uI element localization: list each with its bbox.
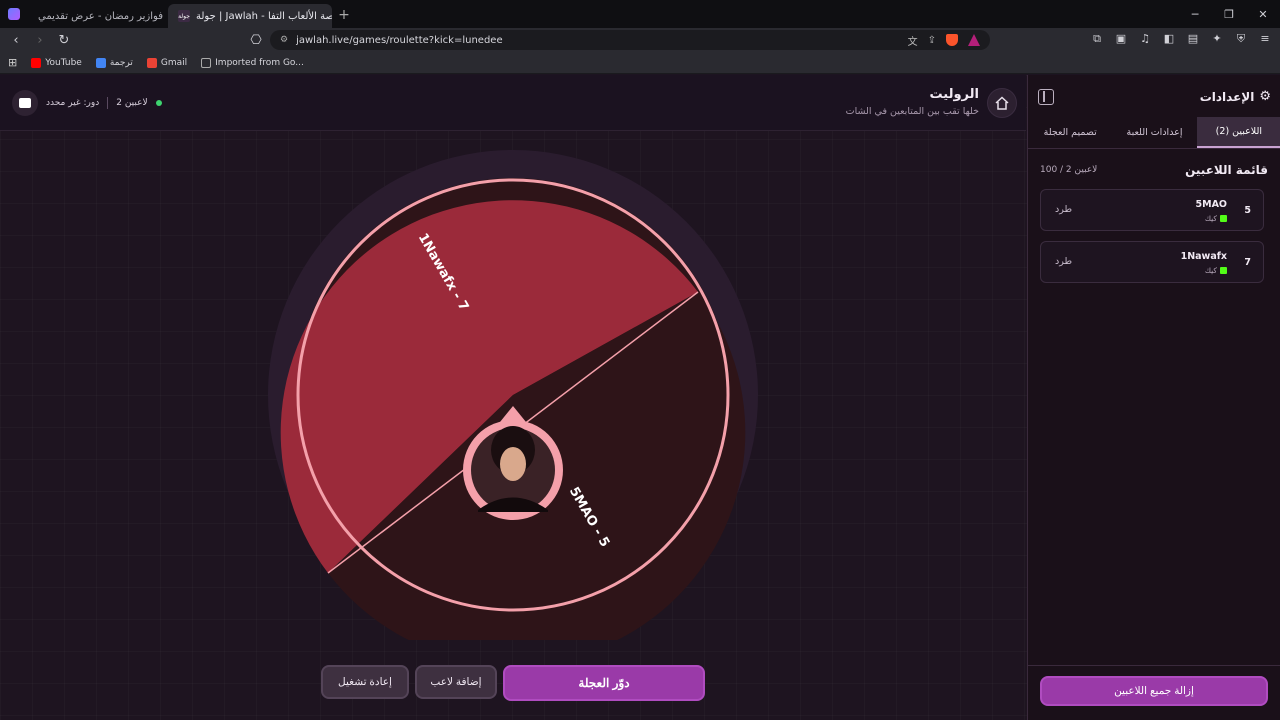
- remove-all-players-button[interactable]: إزالة جميع اللاعبين: [1040, 676, 1268, 706]
- role-label: دور: غير محدد: [46, 98, 100, 108]
- browser-tab-bar: فوازير رمضان - عرض تقديمي جولة جولة | Ja…: [0, 0, 1280, 28]
- gear-icon: ⚙: [1259, 89, 1271, 104]
- browser-toolbar: ‹ › ↻ ⎔ ⚙ jawlah.live/games/roulette?kic…: [0, 28, 1280, 52]
- bookmark-icon[interactable]: ⎔: [248, 33, 264, 48]
- share-icon[interactable]: ⇪: [928, 35, 936, 46]
- player-platform: كيك: [1205, 266, 1227, 275]
- divider: [1028, 665, 1280, 666]
- list-item: 5 5MAO كيك طرد: [1040, 189, 1264, 231]
- bookmark-youtube[interactable]: YouTube: [31, 57, 82, 68]
- user-status: دور: غير محدد 2 لاعبين: [12, 90, 162, 116]
- player-number: 5: [1244, 205, 1251, 216]
- menu-icon[interactable]: ≡: [1258, 32, 1272, 46]
- bookmarks-bar: ⊞ YouTube ترجمة Gmail Imported from Go..…: [0, 52, 1280, 74]
- youtube-icon: [31, 57, 42, 68]
- translate-icon[interactable]: 文: [908, 33, 918, 48]
- minimize-icon[interactable]: ─: [1178, 8, 1212, 21]
- url-text: jawlah.live/games/roulette?kick=lunedee: [296, 34, 503, 46]
- gmail-icon: [146, 57, 157, 68]
- reload-icon[interactable]: ↻: [56, 33, 72, 48]
- extensions-icon[interactable]: ⧉: [1090, 32, 1104, 46]
- kick-icon: [1220, 267, 1227, 274]
- avatar[interactable]: [12, 90, 38, 116]
- player-name: 1Nawafx: [1180, 251, 1227, 262]
- add-player-button[interactable]: إضافة لاعب: [415, 665, 497, 699]
- reset-button[interactable]: إعادة تشغيل: [321, 665, 409, 699]
- bookmark-gmail[interactable]: Gmail: [146, 57, 188, 68]
- avatar-face: [500, 447, 526, 481]
- tab-title: جولة | Jawlah - منصة الألعاب التفا: [196, 10, 332, 22]
- bookmark-label: ترجمة: [109, 57, 133, 68]
- players-list-title: قائمة اللاعبين: [1185, 163, 1268, 177]
- tab-title: فوازير رمضان - عرض تقديمي: [38, 10, 163, 22]
- tab-favicon: جولة: [178, 10, 190, 22]
- wheel-svg: 1Nawafx - 7 5MAO - 5: [268, 150, 758, 640]
- brave-shields-icon[interactable]: [946, 34, 958, 46]
- close-window-icon[interactable]: ✕: [1246, 8, 1280, 21]
- kick-button[interactable]: طرد: [1055, 256, 1072, 267]
- player-number: 7: [1244, 257, 1251, 268]
- platform-label: كيك: [1204, 266, 1217, 275]
- address-bar[interactable]: ⚙ jawlah.live/games/roulette?kick=lunede…: [270, 30, 990, 50]
- page-title: الروليت خلها تقب بين المتابعين في الشات: [846, 87, 979, 117]
- tab-players[interactable]: اللاعبين (2): [1196, 117, 1280, 148]
- page-subtitle: خلها تقب بين المتابعين في الشات: [845, 106, 979, 117]
- online-dot-icon: [155, 100, 162, 106]
- player-platform: كيك: [1205, 214, 1227, 223]
- players-online: 2 لاعبين: [116, 98, 148, 108]
- kick-icon: [1220, 215, 1227, 222]
- bookmark-label: YouTube: [45, 57, 82, 68]
- game-header: دور: غير محدد 2 لاعبين الروليت خلها تقب …: [0, 75, 1026, 131]
- home-button[interactable]: [987, 88, 1017, 118]
- back-icon[interactable]: ‹: [8, 33, 24, 48]
- bookmark-folder[interactable]: Imported from Go...: [201, 57, 304, 68]
- roulette-wheel[interactable]: 1Nawafx - 7 5MAO - 5: [268, 150, 758, 640]
- collapse-sidebar-icon[interactable]: [1038, 89, 1054, 105]
- player-name: 5MAO: [1195, 199, 1228, 210]
- browser-tab[interactable]: فوازير رمضان - عرض تقديمي: [28, 4, 168, 28]
- platform-label: كيك: [1204, 214, 1217, 223]
- media-icon[interactable]: ♫: [1138, 32, 1152, 46]
- brave-rewards-icon[interactable]: [968, 34, 980, 46]
- bookmark-translate[interactable]: ترجمة: [95, 57, 133, 68]
- divider: [107, 97, 109, 109]
- tab-wheel-design[interactable]: تصميم العجلة: [1028, 117, 1112, 148]
- apps-grid-icon[interactable]: ⊞: [8, 56, 17, 69]
- leo-ai-icon[interactable]: ✦: [1210, 32, 1224, 46]
- browser-logo-icon: [0, 0, 28, 28]
- sidebar-toggle-icon[interactable]: ◧: [1162, 32, 1176, 46]
- kick-button[interactable]: طرد: [1055, 204, 1072, 215]
- folder-icon: [201, 57, 212, 68]
- list-item: 7 1Nawafx كيك طرد: [1040, 241, 1264, 283]
- bookmark-label: Gmail: [160, 57, 188, 68]
- game-page: دور: غير محدد 2 لاعبين الروليت خلها تقب …: [0, 75, 1280, 720]
- translate-app-icon: [95, 57, 106, 68]
- wallet-icon[interactable]: ▤: [1186, 32, 1200, 46]
- home-icon: [995, 96, 1009, 110]
- screenshot-icon[interactable]: ▣: [1114, 32, 1128, 46]
- page-title-text: الروليت: [929, 87, 979, 102]
- chat-bubble-icon: [19, 98, 31, 108]
- settings-sidebar: الإعدادات ⚙ اللاعبين (2) إعدادات اللعبة …: [1027, 75, 1280, 720]
- spin-wheel-button[interactable]: دوّر العجلة: [503, 665, 705, 701]
- sidebar-title: الإعدادات ⚙: [1200, 89, 1271, 104]
- tab-game-settings[interactable]: إعدادات اللعبة: [1112, 117, 1196, 148]
- site-info-icon[interactable]: ⚙: [280, 35, 288, 45]
- bookmark-label: Imported from Go...: [215, 57, 304, 68]
- players-count: 100 / 2 لاعبين: [1040, 165, 1098, 175]
- vpn-icon[interactable]: ⛨: [1234, 32, 1248, 46]
- browser-tab-active[interactable]: جولة جولة | Jawlah - منصة الألعاب التفا …: [168, 4, 332, 28]
- sidebar-title-text: الإعدادات: [1199, 89, 1255, 104]
- sidebar-tabs: اللاعبين (2) إعدادات اللعبة تصميم العجلة: [1028, 117, 1280, 149]
- sidebar-header: الإعدادات ⚙: [1028, 75, 1280, 117]
- forward-icon[interactable]: ›: [32, 33, 48, 48]
- restore-icon[interactable]: ❐: [1212, 8, 1246, 21]
- new-tab-button[interactable]: +: [332, 7, 356, 23]
